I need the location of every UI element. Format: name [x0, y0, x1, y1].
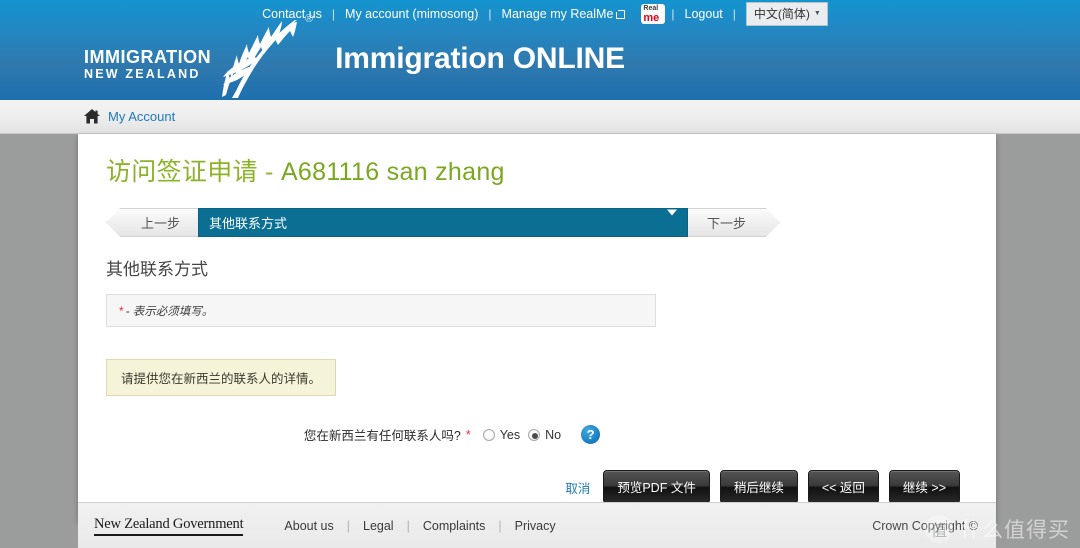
page-title: 访问签证申请 - A681116 san zhang — [106, 156, 968, 188]
content-body: 访问签证申请 - A681116 san zhang 上一步 其他联系方式 下一… — [78, 134, 996, 505]
inz-wordmark-line1: IMMIGRATION — [84, 46, 212, 67]
chevron-down-icon: ▼ — [813, 10, 821, 17]
section-stepper: 上一步 其他联系方式 下一步 — [106, 208, 780, 237]
previous-step-button[interactable]: 上一步 — [106, 208, 198, 237]
home-icon — [84, 109, 100, 124]
realme-logo[interactable]: Real me — [641, 4, 666, 24]
breadcrumb: My Account — [0, 100, 1080, 134]
nav-my-account[interactable]: My account (mimosong) — [335, 7, 488, 21]
language-selector[interactable]: 中文(简体) ▼ — [745, 2, 828, 26]
product-title-bold: Immigration — [335, 42, 505, 75]
breadcrumb-my-account[interactable]: My Account — [108, 109, 175, 124]
footer-links: About us | Legal | Complaints | Privacy — [271, 519, 568, 533]
radio-option-no[interactable]: No — [528, 428, 561, 442]
next-step-label: 下一步 — [706, 216, 746, 231]
required-asterisk-icon: * — [119, 303, 124, 318]
section-dropdown-value: 其他联系方式 — [209, 216, 288, 231]
chevron-down-icon — [667, 209, 677, 230]
product-title-light: ONLINE — [512, 42, 625, 75]
radio-option-yes[interactable]: Yes — [482, 427, 521, 442]
continue-later-button[interactable]: 稍后继续 — [719, 470, 798, 505]
inz-wordmark-line2: NEW ZEALAND — [84, 66, 201, 81]
section-heading: 其他联系方式 — [106, 260, 208, 279]
contact-question-label: 您在新西兰有任何联系人吗? — [303, 429, 461, 444]
language-selector-label: 中文(简体) — [753, 7, 810, 21]
site-header: Contact us | My account (mimosong) | Man… — [0, 0, 1080, 100]
required-fields-note-text: - 表示必须填写。 — [125, 305, 214, 318]
content-card: 访问签证申请 - A681116 san zhang 上一步 其他联系方式 下一… — [78, 134, 996, 522]
product-title: Immigration ONLINE — [335, 42, 625, 76]
site-footer: New Zealand Government About us | Legal … — [78, 502, 996, 548]
radio-yes-label: Yes — [499, 427, 521, 442]
page-title-application: A681116 san zhang — [280, 158, 505, 186]
footer-link-complaints[interactable]: Complaints — [410, 519, 499, 533]
nav-separator: | — [732, 7, 736, 21]
radio-yes-input[interactable] — [482, 428, 495, 441]
nav-logout[interactable]: Logout — [675, 7, 733, 21]
help-question-icon[interactable]: ? — [581, 425, 601, 445]
back-button[interactable]: << 返回 — [807, 470, 879, 505]
next-step-button[interactable]: 下一步 — [688, 208, 780, 237]
section-dropdown[interactable]: 其他联系方式 — [198, 208, 688, 237]
footer-link-privacy[interactable]: Privacy — [502, 519, 569, 533]
footer-link-legal[interactable]: Legal — [350, 519, 407, 533]
registered-trademark-icon: ® — [305, 12, 314, 25]
inz-wordmark: IMMIGRATION NEW ZEALAND — [84, 38, 211, 81]
form-actions: 取消 预览PDF 文件 稍后继续 << 返回 继续 >> — [106, 470, 968, 505]
next-button[interactable]: 继续 >> — [888, 470, 960, 505]
page-title-separator: - — [257, 158, 281, 186]
footer-link-about-us[interactable]: About us — [271, 519, 346, 533]
brand-lockup: IMMIGRATION NEW ZEALAND ® Immigration ON… — [84, 13, 625, 98]
radio-no-input[interactable] — [528, 428, 541, 441]
page-root: Contact us | My account (mimosong) | Man… — [0, 0, 1080, 548]
preview-pdf-button[interactable]: 预览PDF 文件 — [603, 470, 710, 505]
required-fields-note: * - 表示必须填写。 — [106, 294, 656, 328]
nz-government-logo: New Zealand Government — [94, 516, 244, 536]
cancel-link[interactable]: 取消 — [565, 478, 590, 497]
realme-logo-bottom: me — [643, 12, 660, 24]
instruction-box: 请提供您在新西兰的联系人的详情。 — [106, 359, 337, 397]
nav-manage-realme[interactable]: Manage my RealMe — [492, 7, 636, 21]
previous-step-label: 上一步 — [140, 216, 180, 231]
radio-no-label: No — [545, 427, 562, 442]
page-shell: 访问签证申请 - A681116 san zhang 上一步 其他联系方式 下一… — [0, 134, 1080, 548]
nav-manage-realme-label: Manage my RealMe — [501, 7, 614, 21]
external-link-icon — [616, 10, 626, 19]
crown-copyright: Crown Copyright © — [872, 518, 978, 533]
silver-fern-icon: ® — [213, 13, 313, 101]
required-asterisk-icon: * — [465, 427, 471, 442]
contact-question-row: 您在新西兰有任何联系人吗? * Yes No ? — [106, 425, 968, 445]
page-title-prefix: 访问签证申请 — [106, 158, 258, 186]
